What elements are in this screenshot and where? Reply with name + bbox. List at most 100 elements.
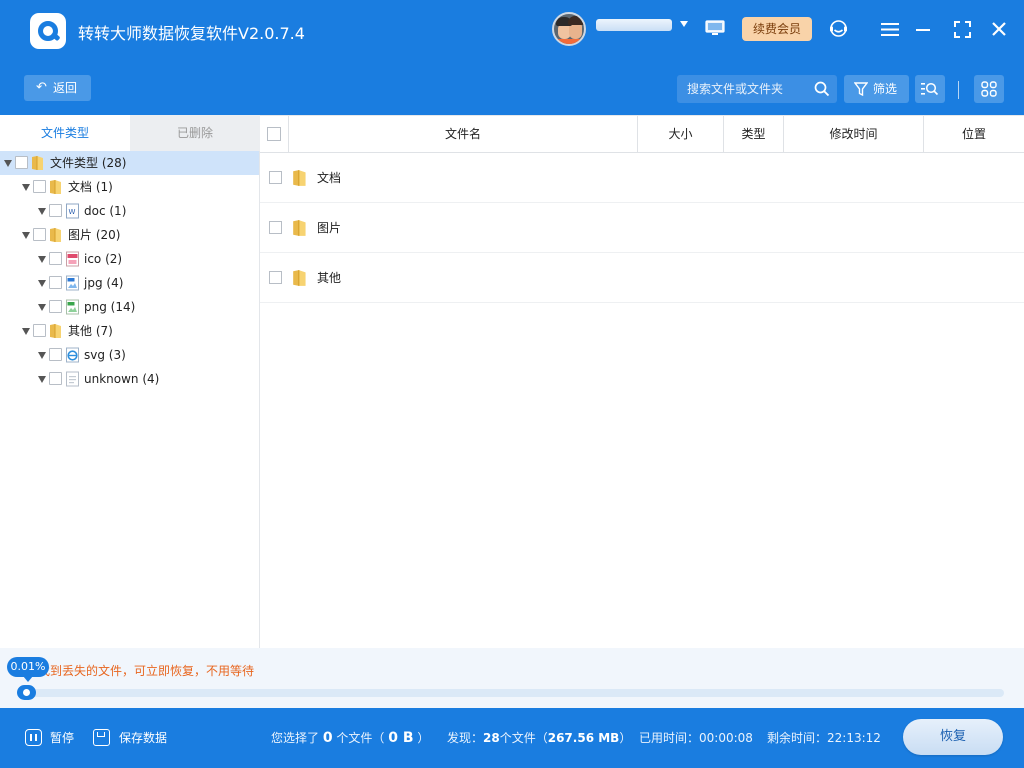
tree-item[interactable]: 文件类型 (28) bbox=[0, 151, 259, 175]
word-doc-icon: W bbox=[65, 203, 80, 219]
folder-icon bbox=[49, 179, 64, 195]
expand-arrow-icon[interactable] bbox=[38, 304, 46, 311]
toolbar-divider bbox=[958, 81, 959, 99]
tab-deleted[interactable]: 已删除 bbox=[130, 115, 260, 151]
tree-item[interactable]: 文档 (1) bbox=[0, 175, 259, 199]
recover-button[interactable]: 恢复 bbox=[903, 719, 1003, 755]
column-header-name[interactable]: 文件名 bbox=[289, 116, 638, 153]
row-checkbox[interactable] bbox=[269, 171, 282, 184]
tree-item-checkbox[interactable] bbox=[15, 156, 28, 169]
tree-item-label: 文档 (1) bbox=[68, 180, 113, 194]
tree-item[interactable]: 其他 (7) bbox=[0, 319, 259, 343]
table-header: 文件名 大小 类型 修改时间 位置 bbox=[260, 115, 1024, 153]
table-row[interactable]: 其他 bbox=[260, 253, 1024, 303]
progress-percent: 0.01% bbox=[10, 660, 46, 673]
tree-item-label: 其他 (7) bbox=[68, 324, 113, 338]
app-logo-icon bbox=[30, 13, 66, 49]
tree-item-checkbox[interactable] bbox=[49, 372, 62, 385]
maximize-icon[interactable] bbox=[954, 21, 971, 38]
pause-icon bbox=[25, 729, 42, 746]
row-checkbox[interactable] bbox=[269, 221, 282, 234]
folder-icon bbox=[49, 227, 64, 243]
title-bar: 转转大师数据恢复软件V2.0.7.4 续费会员 bbox=[0, 0, 1024, 62]
tree-item-label: 图片 (20) bbox=[68, 228, 121, 242]
svg-text:W: W bbox=[69, 208, 76, 216]
folder-icon bbox=[292, 219, 309, 237]
grid-view-icon bbox=[981, 81, 997, 97]
progress-tip: 找到丢失的文件，可立即恢复，不用等待 bbox=[38, 664, 255, 678]
expand-arrow-icon[interactable] bbox=[22, 232, 30, 239]
user-avatar[interactable] bbox=[552, 12, 586, 46]
expand-arrow-icon[interactable] bbox=[38, 208, 46, 215]
tree-item-checkbox[interactable] bbox=[49, 204, 62, 217]
row-checkbox[interactable] bbox=[269, 271, 282, 284]
search-icon[interactable] bbox=[814, 81, 830, 97]
app-title: 转转大师数据恢复软件V2.0.7.4 bbox=[78, 24, 305, 43]
tree-item[interactable]: 图片 (20) bbox=[0, 223, 259, 247]
list-search-button[interactable] bbox=[915, 75, 945, 103]
column-header-modified[interactable]: 修改时间 bbox=[784, 116, 924, 153]
user-menu-caret-icon[interactable] bbox=[680, 21, 688, 27]
tab-file-type[interactable]: 文件类型 bbox=[0, 115, 130, 151]
column-header-type[interactable]: 类型 bbox=[724, 116, 784, 153]
png-file-icon bbox=[65, 299, 80, 315]
list-search-icon bbox=[921, 82, 939, 96]
file-table: 文件名 大小 类型 修改时间 位置 文档 图片其他 bbox=[260, 115, 1024, 648]
folder-icon bbox=[31, 155, 46, 171]
unknown-file-icon bbox=[65, 371, 80, 387]
column-header-location[interactable]: 位置 bbox=[924, 116, 1024, 153]
expand-arrow-icon[interactable] bbox=[38, 280, 46, 287]
column-header-size[interactable]: 大小 bbox=[638, 116, 724, 153]
tree-item[interactable]: Wdoc (1) bbox=[0, 199, 259, 223]
select-all-checkbox[interactable] bbox=[267, 127, 281, 141]
monitor-icon[interactable] bbox=[705, 20, 725, 37]
category-tabs: 文件类型 已删除 bbox=[0, 115, 260, 151]
back-arrow-icon: ↶ bbox=[36, 80, 47, 95]
close-icon[interactable] bbox=[991, 21, 1007, 37]
back-button[interactable]: ↶ 返回 bbox=[24, 75, 91, 101]
expand-arrow-icon[interactable] bbox=[38, 352, 46, 359]
tree-item[interactable]: ico (2) bbox=[0, 247, 259, 271]
expand-arrow-icon[interactable] bbox=[38, 256, 46, 263]
expand-arrow-icon[interactable] bbox=[22, 184, 30, 191]
scan-progress-area: 找到丢失的文件，可立即恢复，不用等待 0.01% bbox=[0, 648, 1024, 708]
progress-percent-badge: 0.01% bbox=[7, 657, 49, 682]
row-file-name: 其他 bbox=[317, 271, 342, 285]
menu-icon[interactable] bbox=[881, 22, 899, 37]
table-row[interactable]: 文档 bbox=[260, 153, 1024, 203]
tree-item[interactable]: unknown (4) bbox=[0, 367, 259, 391]
expand-arrow-icon[interactable] bbox=[22, 328, 30, 335]
elapsed-time: 已用时间：00:00:08 bbox=[639, 731, 753, 745]
ico-file-icon bbox=[65, 251, 80, 267]
tree-item-checkbox[interactable] bbox=[33, 324, 46, 337]
tree-item-checkbox[interactable] bbox=[49, 252, 62, 265]
table-row[interactable]: 图片 bbox=[260, 203, 1024, 253]
search-input[interactable] bbox=[687, 75, 807, 103]
tree-item-label: jpg (4) bbox=[84, 276, 124, 290]
tree-item-checkbox[interactable] bbox=[49, 348, 62, 361]
customer-service-icon[interactable] bbox=[829, 19, 848, 38]
found-files-stat: 发现：28个文件（267.56 MB） bbox=[447, 731, 632, 745]
folder-icon bbox=[49, 323, 64, 339]
view-mode-button[interactable] bbox=[974, 75, 1004, 103]
search-box[interactable] bbox=[677, 75, 837, 103]
bottom-bar: 暂停 保存数据 您选择了 0 个文件（ 0 B ） 发现：28个文件（267.5… bbox=[0, 708, 1024, 768]
tree-item-label: ico (2) bbox=[84, 252, 123, 266]
renew-vip-button[interactable]: 续费会员 bbox=[742, 17, 812, 41]
progress-knob-icon bbox=[17, 685, 36, 700]
tree-item[interactable]: png (14) bbox=[0, 295, 259, 319]
tree-item-label: png (14) bbox=[84, 300, 136, 314]
tree-item-checkbox[interactable] bbox=[49, 300, 62, 313]
tree-item[interactable]: jpg (4) bbox=[0, 271, 259, 295]
tree-item-label: svg (3) bbox=[84, 348, 126, 362]
expand-arrow-icon[interactable] bbox=[4, 160, 12, 167]
tree-item-checkbox[interactable] bbox=[49, 276, 62, 289]
username-redacted[interactable] bbox=[596, 19, 672, 31]
tree-item-checkbox[interactable] bbox=[33, 228, 46, 241]
minimize-icon[interactable] bbox=[916, 29, 930, 31]
tree-item[interactable]: svg (3) bbox=[0, 343, 259, 367]
tree-item-checkbox[interactable] bbox=[33, 180, 46, 193]
svg-file-icon bbox=[65, 347, 80, 363]
expand-arrow-icon[interactable] bbox=[38, 376, 46, 383]
filter-button[interactable]: 筛选 bbox=[844, 75, 909, 103]
